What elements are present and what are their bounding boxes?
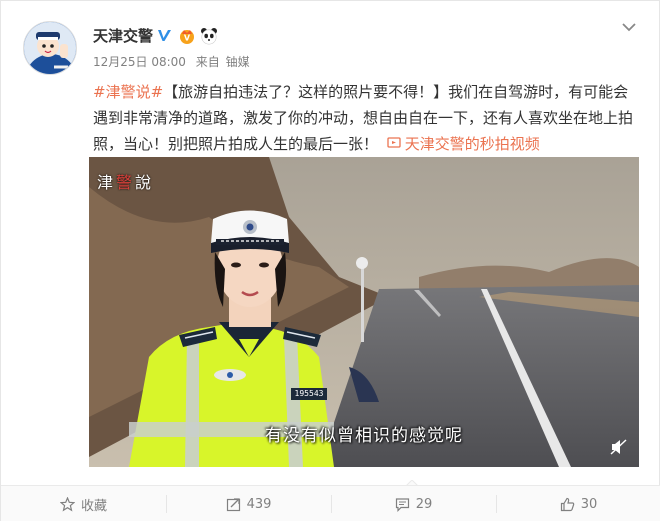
video-subtitle: 有没有似曾相识的感觉呢	[265, 426, 463, 446]
watermark-part-2: 警	[116, 173, 136, 192]
hashtag-link[interactable]: #津警说#	[93, 83, 163, 101]
video-link[interactable]: 天津交警的秒拍视频	[383, 135, 540, 153]
like-count: 30	[580, 496, 598, 512]
action-bar: 收藏 439 29 30	[1, 485, 660, 521]
mute-icon[interactable]	[610, 439, 628, 455]
favorite-button[interactable]: 收藏	[1, 486, 166, 521]
favorite-label: 收藏	[80, 498, 107, 514]
from-label: 来自	[195, 55, 220, 69]
post-meta: 12月25日 08:00 来自 铀媒	[93, 53, 250, 70]
post-body: 【旅游自拍违法了？这样的照片要不得！】我们在自驾游时，有可能会遇到非常清净的道路…	[93, 83, 634, 153]
verified-icon	[158, 30, 171, 41]
like-button[interactable]: 30	[496, 486, 660, 521]
video-player[interactable]: 津警說 195543 有没有似曾相识的感觉呢	[89, 157, 639, 467]
weibo-post-card: 天津交警 V 12月25日 08:00 来自 铀媒 #津警说#【旅游自拍违法了？…	[0, 0, 660, 521]
comment-count: 29	[415, 496, 433, 512]
watermark-part-1: 津	[97, 173, 117, 192]
avatar[interactable]	[23, 21, 77, 75]
repost-button[interactable]: 439	[166, 486, 331, 521]
watermark-part-3: 說	[135, 173, 155, 192]
panda-badge-icon[interactable]	[200, 27, 218, 45]
comment-icon	[395, 497, 409, 512]
vip-badge-icon[interactable]: V	[178, 27, 196, 45]
comment-button[interactable]: 29	[331, 486, 496, 521]
video-watermark: 津警說	[97, 169, 154, 193]
like-icon	[560, 497, 574, 511]
police-badge-number: 195543	[291, 388, 327, 400]
username[interactable]: 天津交警	[93, 25, 153, 46]
video-link-icon	[387, 137, 401, 148]
star-icon	[59, 496, 75, 511]
video-link-label: 天津交警的秒拍视频	[404, 135, 540, 153]
post-text: #津警说#【旅游自拍违法了？这样的照片要不得！】我们在自驾游时，有可能会遇到非常…	[93, 79, 641, 157]
chevron-down-icon[interactable]	[621, 21, 637, 33]
repost-count: 439	[246, 496, 272, 512]
svg-text:V: V	[184, 34, 191, 43]
repost-icon	[226, 497, 240, 511]
post-time[interactable]: 12月25日 08:00	[93, 55, 186, 69]
post-source[interactable]: 铀媒	[226, 55, 250, 69]
